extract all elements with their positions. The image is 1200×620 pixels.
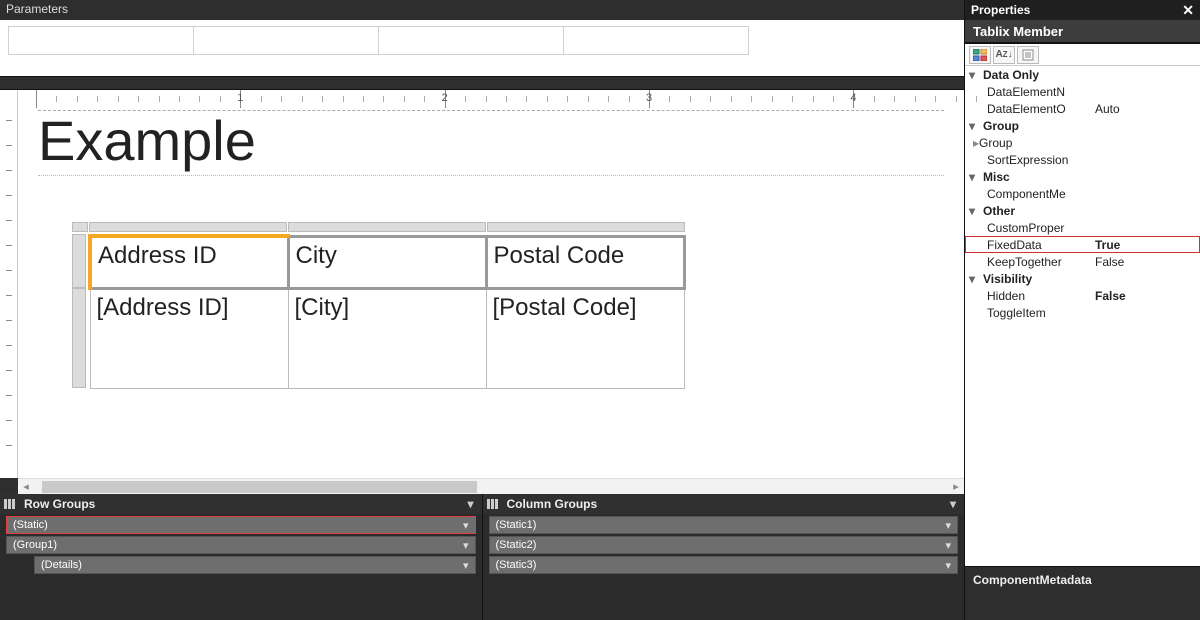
column-groups-title: Column Groups <box>507 497 598 511</box>
scroll-right-arrow[interactable]: ▸ <box>948 479 964 495</box>
property-row[interactable]: DataElementN <box>965 83 1200 100</box>
property-row[interactable]: KeepTogetherFalse <box>965 253 1200 270</box>
property-name: DataElementN <box>987 85 1095 99</box>
row-group-menu[interactable] <box>463 539 469 552</box>
property-value[interactable]: False <box>1095 289 1200 303</box>
property-name: CustomProper <box>987 221 1095 235</box>
tablix-row-handle[interactable] <box>72 234 86 288</box>
row-group-item[interactable]: (Static) <box>6 516 476 534</box>
row-groups-menu[interactable] <box>464 497 478 511</box>
column-group-menu[interactable] <box>945 519 951 532</box>
parameters-grid[interactable] <box>0 20 964 76</box>
property-value[interactable]: True <box>1095 238 1200 252</box>
parameters-panel-title: Parameters <box>0 0 964 20</box>
property-name: DataElementO <box>987 102 1095 116</box>
row-groups-title: Row Groups <box>24 497 95 511</box>
property-value[interactable]: Auto <box>1095 102 1200 116</box>
property-name: FixedData <box>987 238 1095 252</box>
column-group-item[interactable]: (Static2) <box>489 536 959 554</box>
property-name: Group <box>979 136 1087 150</box>
property-category[interactable]: Group <box>965 117 1200 134</box>
tablix-header-cell[interactable]: Address ID <box>90 236 288 288</box>
column-groups-menu[interactable] <box>946 497 960 511</box>
property-category[interactable]: Misc <box>965 168 1200 185</box>
expand-icon[interactable] <box>969 170 983 184</box>
property-row[interactable]: FixedDataTrue <box>965 236 1200 253</box>
properties-panel: Properties ✕ Tablix Member AZ↓ Data Only… <box>964 0 1200 620</box>
expand-icon[interactable] <box>969 204 983 218</box>
column-group-item[interactable]: (Static3) <box>489 556 959 574</box>
property-row[interactable]: HiddenFalse <box>965 287 1200 304</box>
categorized-button[interactable] <box>969 46 991 64</box>
properties-title: Properties <box>971 3 1030 17</box>
vertical-ruler <box>0 108 18 478</box>
column-group-menu[interactable] <box>945 539 951 552</box>
properties-description: ComponentMetadata <box>965 566 1200 620</box>
property-category[interactable]: Other <box>965 202 1200 219</box>
property-category[interactable]: Visibility <box>965 270 1200 287</box>
properties-object-name: Tablix Member <box>965 20 1200 44</box>
tablix-data-cell[interactable]: [City] <box>288 288 486 388</box>
scroll-left-arrow[interactable]: ◂ <box>18 479 34 495</box>
property-pages-button[interactable] <box>1017 46 1039 64</box>
tablix-row-handle[interactable] <box>72 288 86 388</box>
tablix-data-cell[interactable]: [Postal Code] <box>486 288 684 388</box>
property-row[interactable]: CustomProper <box>965 219 1200 236</box>
scroll-thumb[interactable] <box>42 481 477 493</box>
tablix-column-handles[interactable] <box>72 222 944 232</box>
row-group-item[interactable]: (Details) <box>34 556 476 574</box>
property-row[interactable]: ToggleItem <box>965 304 1200 321</box>
property-row[interactable]: Group <box>965 134 1200 151</box>
report-title[interactable]: Example <box>38 111 944 176</box>
property-category[interactable]: Data Only <box>965 66 1200 83</box>
property-name: Hidden <box>987 289 1095 303</box>
groups-panel: Row Groups (Static) (Group1) (Details) Col… <box>0 494 964 620</box>
row-group-item[interactable]: (Group1) <box>6 536 476 554</box>
tablix[interactable]: Address ID City Postal Code [Address ID]… <box>72 234 944 389</box>
expand-icon[interactable] <box>969 119 983 133</box>
property-name: ToggleItem <box>987 306 1095 320</box>
expand-icon[interactable] <box>969 272 983 286</box>
property-name: ComponentMe <box>987 187 1095 201</box>
property-value[interactable]: False <box>1095 255 1200 269</box>
close-icon[interactable]: ✕ <box>1182 2 1194 19</box>
column-group-menu[interactable] <box>945 559 951 572</box>
property-row[interactable]: DataElementOAuto <box>965 100 1200 117</box>
tablix-header-cell[interactable]: City <box>288 236 486 288</box>
alphabetical-button[interactable]: AZ↓ <box>993 46 1015 64</box>
row-group-menu[interactable] <box>463 559 469 572</box>
column-groups-icon <box>487 499 501 509</box>
row-groups-icon <box>4 499 18 509</box>
property-name: SortExpression <box>987 153 1095 167</box>
tablix-header-cell[interactable]: Postal Code <box>486 236 684 288</box>
property-row[interactable]: ComponentMe <box>965 185 1200 202</box>
expand-icon[interactable] <box>969 68 983 82</box>
property-name: KeepTogether <box>987 255 1095 269</box>
report-canvas[interactable]: Example Address ID <box>18 108 964 478</box>
row-group-menu[interactable] <box>463 519 469 532</box>
tablix-data-cell[interactable]: [Address ID] <box>90 288 288 388</box>
property-row[interactable]: SortExpression <box>965 151 1200 168</box>
horizontal-scrollbar[interactable]: ◂ ▸ <box>18 478 964 494</box>
column-group-item[interactable]: (Static1) <box>489 516 959 534</box>
